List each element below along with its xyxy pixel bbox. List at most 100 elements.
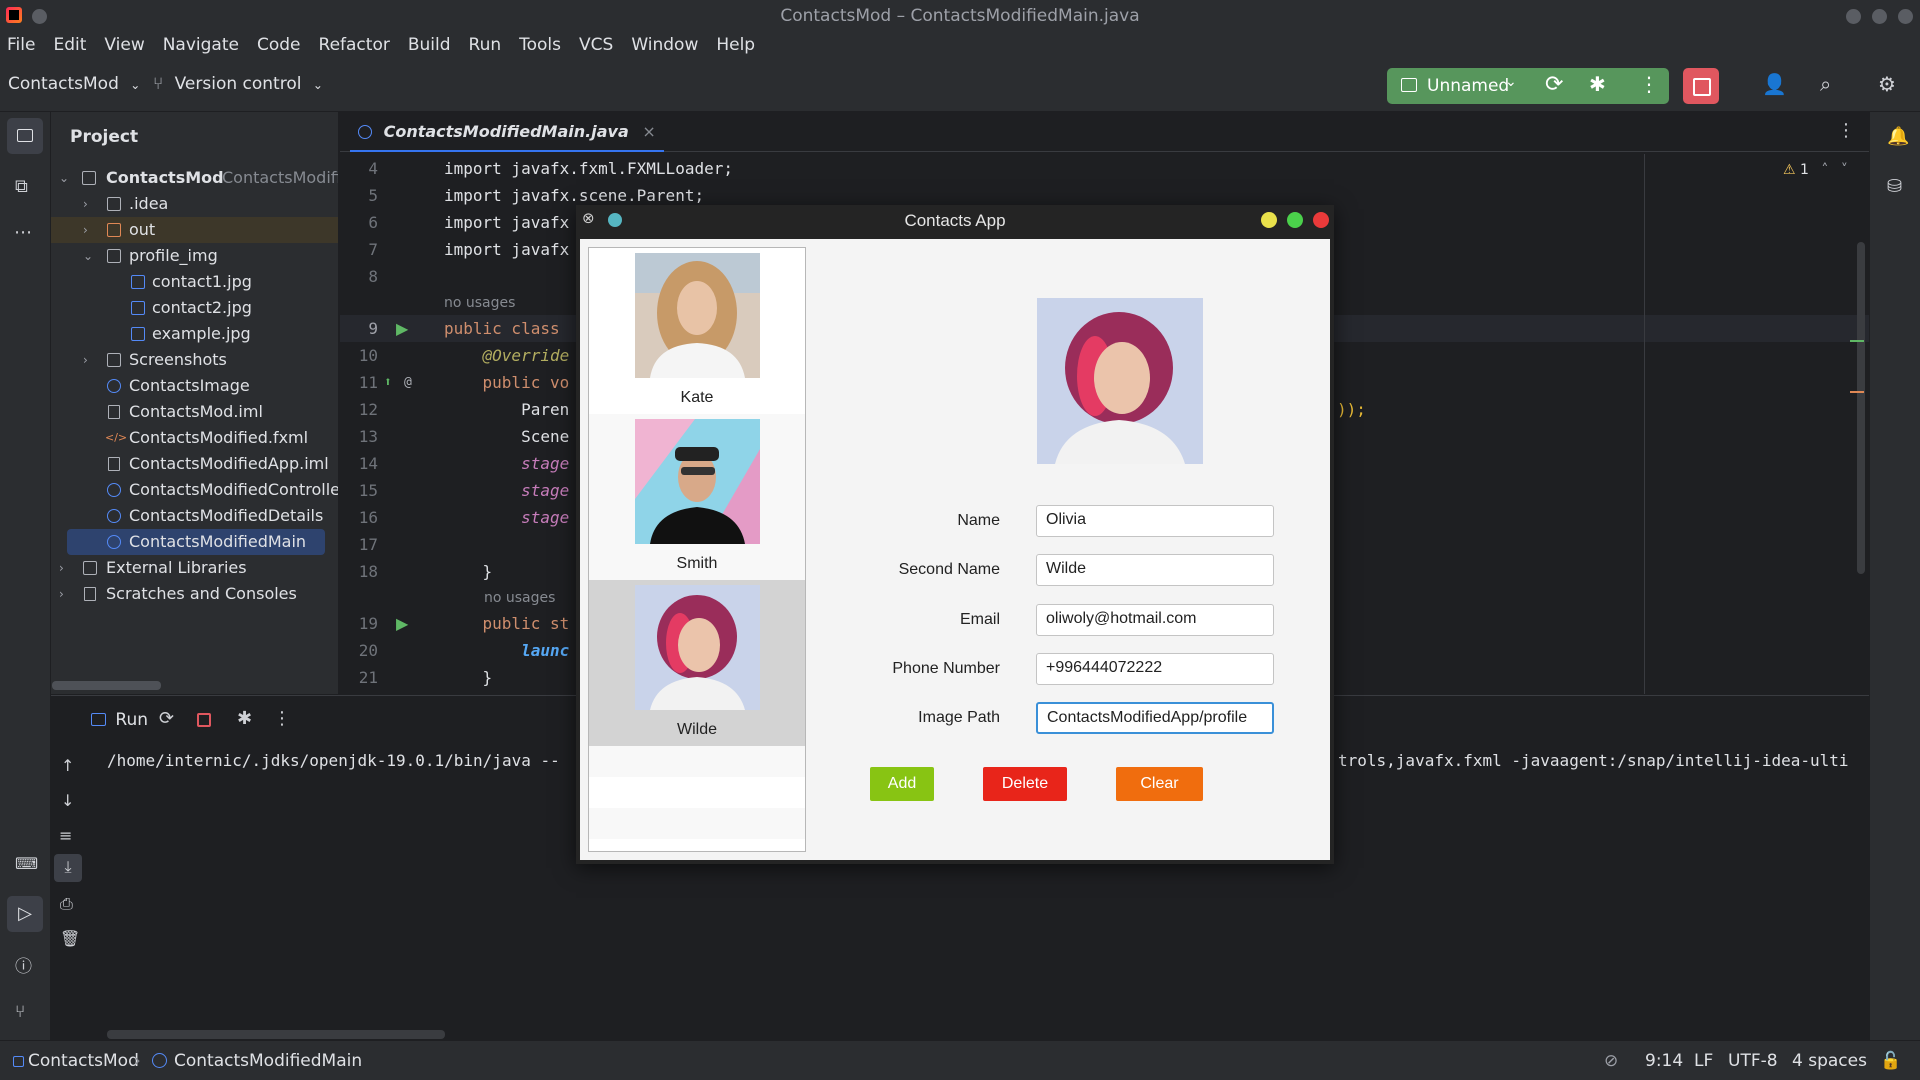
console-scrollbar[interactable]: [107, 1030, 445, 1039]
name-field[interactable]: Olivia: [1036, 505, 1274, 537]
second-name-field[interactable]: Wilde: [1036, 554, 1274, 586]
tree-item-contact1[interactable]: contact1.jpg: [51, 269, 338, 295]
menu-navigate[interactable]: Navigate: [163, 32, 239, 60]
notifications-icon[interactable]: 🔔: [1887, 126, 1909, 147]
menu-code[interactable]: Code: [257, 32, 301, 60]
rerun-icon[interactable]: ⟳: [1545, 72, 1563, 97]
search-icon[interactable]: ⌕: [1820, 72, 1831, 96]
vcs-selector[interactable]: ⑂ Version control ⌄: [153, 74, 323, 94]
add-user-icon[interactable]: 👤: [1762, 72, 1787, 96]
tree-item-external-libraries[interactable]: › External Libraries: [51, 555, 338, 581]
editor-tab[interactable]: ContactsModifiedMain.java ×: [350, 112, 664, 152]
left-tool-stripe: ⧉ ⋯ ⌨ ▷ ⓘ ⑂: [0, 112, 51, 1040]
debug-icon[interactable]: ✱: [1589, 72, 1606, 96]
run-config-selector[interactable]: Unnamed ⌄ ⟳ ✱ ⋮: [1387, 68, 1669, 104]
contacts-list[interactable]: Kate Smith Wilde: [588, 247, 806, 852]
contact-list-item-selected[interactable]: Wilde: [589, 580, 805, 746]
structure-icon[interactable]: ⧉: [15, 176, 28, 197]
close-icon[interactable]: ×: [642, 122, 655, 141]
contact-list-item[interactable]: Kate: [589, 248, 805, 414]
stop-icon[interactable]: [197, 713, 211, 727]
breadcrumb-file[interactable]: ContactsModifiedMain: [174, 1051, 362, 1071]
soft-wrap-icon[interactable]: ≡: [59, 826, 72, 845]
editor-scrollbar[interactable]: [1857, 242, 1865, 574]
run-tool-icon[interactable]: ▷: [7, 896, 43, 932]
tree-item-profile-img[interactable]: ⌄ profile_img: [51, 243, 338, 269]
cursor-position[interactable]: 9:14: [1645, 1051, 1683, 1071]
run-tab[interactable]: Run: [91, 710, 148, 730]
line-separator[interactable]: LF: [1694, 1051, 1713, 1071]
minimize-button[interactable]: [1261, 212, 1277, 228]
gear-icon[interactable]: ⚙: [1878, 72, 1896, 96]
menu-tools[interactable]: Tools: [519, 32, 561, 60]
horizontal-scrollbar[interactable]: [52, 681, 161, 690]
menu-refactor[interactable]: Refactor: [319, 32, 390, 60]
close-button[interactable]: [1898, 9, 1913, 24]
terminal-icon[interactable]: ⌨: [15, 854, 38, 873]
override-gutter-icon[interactable]: ⬆: [384, 369, 392, 396]
tree-item-screenshots[interactable]: › Screenshots: [51, 347, 338, 373]
tree-item-main[interactable]: ContactsModifiedMain: [67, 529, 325, 555]
print-icon[interactable]: ⎙: [60, 894, 73, 914]
menu-build[interactable]: Build: [408, 32, 451, 60]
lock-icon[interactable]: 🔓: [1880, 1051, 1901, 1071]
annotation-gutter-icon[interactable]: @: [404, 369, 412, 396]
contact-list-item[interactable]: Smith: [589, 414, 805, 580]
no-connection-icon[interactable]: ⊘: [1604, 1051, 1618, 1071]
rerun-icon[interactable]: ⟳: [159, 708, 174, 729]
project-selector[interactable]: ContactsMod ⌄: [8, 74, 140, 94]
tree-item-scratches[interactable]: › Scratches and Consoles: [51, 581, 338, 607]
minimize-button[interactable]: [1846, 9, 1861, 24]
menu-vcs[interactable]: VCS: [579, 32, 613, 60]
arrow-up-icon[interactable]: ↑: [61, 756, 74, 775]
debug-icon[interactable]: ✱: [237, 708, 252, 729]
tree-item-fxml[interactable]: </> ContactsModified.fxml: [51, 425, 338, 451]
file-icon: [108, 405, 120, 419]
tree-item-idea[interactable]: › .idea: [51, 191, 338, 217]
run-gutter-icon[interactable]: ▶: [396, 315, 408, 342]
menu-file[interactable]: File: [7, 32, 35, 60]
tree-item-app-iml[interactable]: ContactsModifiedApp.iml: [51, 451, 338, 477]
more-tools-icon[interactable]: ⋯: [14, 222, 32, 243]
trash-icon[interactable]: 🗑: [60, 929, 80, 948]
add-button[interactable]: Add: [870, 767, 934, 801]
menu-edit[interactable]: Edit: [53, 32, 86, 60]
menu-window[interactable]: Window: [631, 32, 698, 60]
code-line[interactable]: 4 import javafx.fxml.FXMLLoader;: [340, 155, 1869, 182]
tree-item-controller[interactable]: ContactsModifiedController: [51, 477, 338, 503]
image-path-field[interactable]: ContactsModifiedApp/profile: [1036, 702, 1274, 734]
tree-item-details[interactable]: ContactsModifiedDetails: [51, 503, 338, 529]
tree-item-contact2[interactable]: contact2.jpg: [51, 295, 338, 321]
close-button[interactable]: [1313, 212, 1329, 228]
menu-help[interactable]: Help: [716, 32, 755, 60]
more-options-icon[interactable]: ⋮: [273, 708, 291, 729]
tree-item-label: ContactsImage: [129, 376, 250, 395]
stop-button[interactable]: [1683, 68, 1719, 104]
indent-setting[interactable]: 4 spaces: [1792, 1051, 1867, 1071]
tree-item-out[interactable]: › out: [51, 217, 338, 243]
file-encoding[interactable]: UTF-8: [1728, 1051, 1778, 1071]
scroll-to-end-icon[interactable]: ⤓: [54, 854, 82, 882]
more-actions-icon[interactable]: ⋮: [1639, 72, 1659, 96]
run-gutter-icon[interactable]: ▶: [396, 610, 408, 637]
tree-root[interactable]: ⌄ ContactsMod ContactsModifie: [51, 165, 338, 191]
arrow-down-icon[interactable]: ↓: [61, 791, 74, 810]
problems-icon[interactable]: ⓘ: [15, 952, 32, 977]
maximize-button[interactable]: [1872, 9, 1887, 24]
menu-view[interactable]: View: [104, 32, 144, 60]
tree-item-example[interactable]: example.jpg: [51, 321, 338, 347]
project-tool-icon[interactable]: [7, 118, 43, 154]
maximize-button[interactable]: [1287, 212, 1303, 228]
git-icon[interactable]: ⑂: [15, 1002, 25, 1022]
database-icon[interactable]: ⛁: [1887, 176, 1902, 197]
menu-run[interactable]: Run: [469, 32, 502, 60]
dialog-content: Kate Smith Wilde Name Olivia Second Name…: [580, 239, 1330, 860]
phone-field[interactable]: +996444072222: [1036, 653, 1274, 685]
delete-button[interactable]: Delete: [983, 767, 1067, 801]
clear-button[interactable]: Clear: [1116, 767, 1203, 801]
more-options-icon[interactable]: ⋮: [1837, 120, 1855, 141]
breadcrumb-project[interactable]: ContactsMod: [28, 1051, 139, 1071]
tree-item-contactsimage[interactable]: ContactsImage: [51, 373, 338, 399]
email-field[interactable]: oliwoly@hotmail.com: [1036, 604, 1274, 636]
tree-item-contactsmod-iml[interactable]: ContactsMod.iml: [51, 399, 338, 425]
